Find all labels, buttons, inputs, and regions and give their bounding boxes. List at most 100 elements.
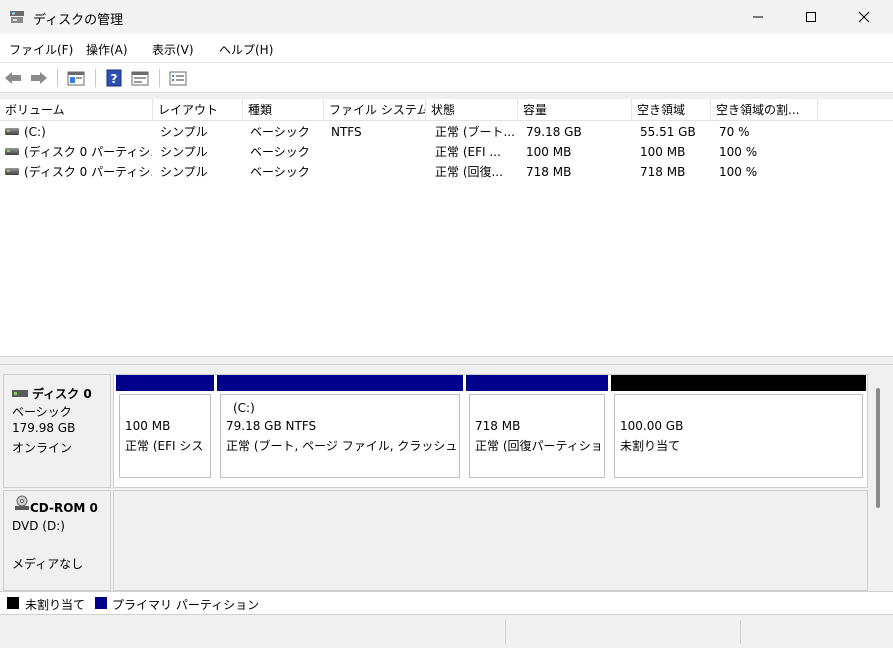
partition-size: 718 MB: [475, 419, 521, 433]
back-arrow-icon[interactable]: [3, 69, 23, 87]
cell-free-percent: 100 %: [719, 165, 758, 179]
cell-status: 正常 (ブート...: [435, 125, 515, 139]
cell-type: ベーシック: [250, 125, 310, 139]
disk-management-app-icon: [10, 11, 24, 23]
toolbar-separator: [57, 69, 58, 87]
close-button[interactable]: [841, 0, 887, 34]
volume-row[interactable]: (ディスク 0 パーティシ... シンプル ベーシック 正常 (EFI ... …: [0, 142, 893, 162]
primary-partition-bar: [217, 375, 463, 391]
partition-status: 正常 (ブート, ページ ファイル, クラッシュ ダン: [226, 439, 457, 453]
partition-status: 未割り当て: [620, 439, 681, 453]
cell-free-space: 55.51 GB: [640, 125, 696, 139]
pane-splitter[interactable]: [0, 358, 893, 365]
cell-layout: シンプル: [160, 165, 208, 179]
volume-list: ボリューム レイアウト 種類 ファイル システム 状態 容量 空き領域 空き領域…: [0, 99, 893, 357]
status-segment: [505, 620, 740, 644]
disk-pane-scrollbar[interactable]: [876, 388, 880, 508]
partition-status: 正常 (回復パーティショ: [475, 439, 602, 453]
partition-status: 正常 (EFI シス: [125, 439, 204, 453]
disk-0-partitions: 100 MB 正常 (EFI シス (C:) 79.18 GB NTFS 正常 …: [113, 374, 868, 488]
cell-capacity: 718 MB: [526, 165, 572, 179]
svg-text:?: ?: [111, 72, 118, 86]
column-header-free-percent[interactable]: 空き領域の割...: [711, 99, 818, 121]
drive-icon: [5, 168, 19, 175]
properties-icon[interactable]: [130, 69, 150, 87]
partition-unallocated[interactable]: 100.00 GB 未割り当て: [611, 375, 866, 481]
disk-0-name: ディスク 0: [32, 387, 92, 401]
unallocated-swatch: [7, 597, 19, 609]
toolbar-separator: [95, 69, 96, 87]
legend-unallocated: 未割り当て: [25, 598, 86, 612]
close-icon: [858, 11, 870, 23]
partition-size: 100 MB: [125, 419, 171, 433]
primary-partition-bar: [116, 375, 214, 391]
cdrom-0-name: CD-ROM 0: [30, 501, 98, 515]
cdrom-0-area[interactable]: [113, 490, 868, 591]
minimize-button[interactable]: [735, 0, 781, 34]
column-header-status[interactable]: 状態: [426, 99, 518, 121]
partition-body: 100.00 GB 未割り当て: [614, 394, 863, 478]
partition-body: 718 MB 正常 (回復パーティショ: [469, 394, 605, 478]
status-segment: [740, 620, 890, 644]
column-header-volume[interactable]: ボリューム: [0, 99, 153, 121]
settings-list-icon[interactable]: [168, 69, 188, 87]
column-header-type[interactable]: 種類: [243, 99, 324, 121]
cell-capacity: 79.18 GB: [526, 125, 582, 139]
cell-volume: (ディスク 0 パーティシ...: [24, 165, 152, 179]
cdrom-0-label[interactable]: CD-ROM 0 DVD (D:) メディアなし: [3, 490, 111, 591]
window-title: ディスクの管理: [33, 13, 124, 28]
volume-list-header: ボリューム レイアウト 種類 ファイル システム 状態 容量 空き領域 空き領域…: [0, 99, 893, 121]
cell-layout: シンプル: [160, 125, 208, 139]
cell-volume: (C:): [24, 125, 46, 139]
partition-size: 100.00 GB: [620, 419, 684, 433]
cell-layout: シンプル: [160, 145, 208, 159]
column-header-filesystem[interactable]: ファイル システム: [324, 99, 426, 121]
partition-c[interactable]: (C:) 79.18 GB NTFS 正常 (ブート, ページ ファイル, クラ…: [217, 375, 463, 481]
primary-partition-bar: [466, 375, 608, 391]
toolbar-separator: [159, 69, 160, 87]
menu-file[interactable]: ファイル(F): [9, 41, 73, 58]
cell-free-percent: 100 %: [719, 145, 758, 159]
cell-status: 正常 (回復...: [435, 165, 503, 179]
cell-status: 正常 (EFI ...: [435, 145, 501, 159]
column-header-layout[interactable]: レイアウト: [153, 99, 243, 121]
cell-free-space: 718 MB: [640, 165, 686, 179]
cd-drive-icon: [15, 495, 29, 510]
partition-title: (C:): [233, 401, 255, 415]
disk-0-type: ベーシック: [12, 405, 72, 419]
cell-type: ベーシック: [250, 165, 310, 179]
toolbar: ?: [0, 62, 893, 93]
partition-efi[interactable]: 100 MB 正常 (EFI シス: [116, 375, 214, 481]
cell-capacity: 100 MB: [526, 145, 572, 159]
cdrom-0-drive: DVD (D:): [12, 519, 65, 533]
drive-icon: [5, 128, 19, 135]
cell-free-space: 100 MB: [640, 145, 686, 159]
maximize-icon: [806, 12, 816, 22]
primary-partition-swatch: [95, 597, 107, 609]
maximize-button[interactable]: [788, 0, 834, 34]
hard-disk-icon: [12, 390, 28, 397]
menu-help[interactable]: ヘルプ(H): [219, 41, 273, 58]
menu-view[interactable]: 表示(V): [152, 41, 194, 58]
column-header-free-space[interactable]: 空き領域: [632, 99, 711, 121]
unallocated-bar: [611, 375, 866, 391]
menu-bar: ファイル(F) 操作(A) 表示(V) ヘルプ(H): [0, 34, 893, 62]
legend: 未割り当て プライマリ パーティション: [0, 591, 893, 615]
partition-recovery[interactable]: 718 MB 正常 (回復パーティショ: [466, 375, 608, 481]
disk-0-label[interactable]: ディスク 0 ベーシック 179.98 GB オンライン: [3, 374, 111, 488]
status-bar: [0, 616, 893, 648]
cell-type: ベーシック: [250, 145, 310, 159]
disk-0-status: オンライン: [12, 441, 73, 455]
volume-row[interactable]: (C:) シンプル ベーシック NTFS 正常 (ブート... 79.18 GB…: [0, 122, 893, 142]
legend-primary-partition: プライマリ パーティション: [112, 598, 260, 612]
cell-filesystem: NTFS: [331, 125, 362, 139]
partition-body: (C:) 79.18 GB NTFS 正常 (ブート, ページ ファイル, クラ…: [220, 394, 460, 478]
disk-layout-pane: ディスク 0 ベーシック 179.98 GB オンライン 100 MB 正常 (…: [0, 366, 880, 591]
disk-list-icon[interactable]: [66, 69, 86, 87]
volume-row[interactable]: (ディスク 0 パーティシ... シンプル ベーシック 正常 (回復... 71…: [0, 162, 893, 182]
minimize-icon: [753, 16, 763, 18]
menu-action[interactable]: 操作(A): [86, 41, 128, 58]
help-icon[interactable]: ?: [104, 69, 124, 87]
column-header-capacity[interactable]: 容量: [518, 99, 632, 121]
forward-arrow-icon[interactable]: [29, 69, 49, 87]
